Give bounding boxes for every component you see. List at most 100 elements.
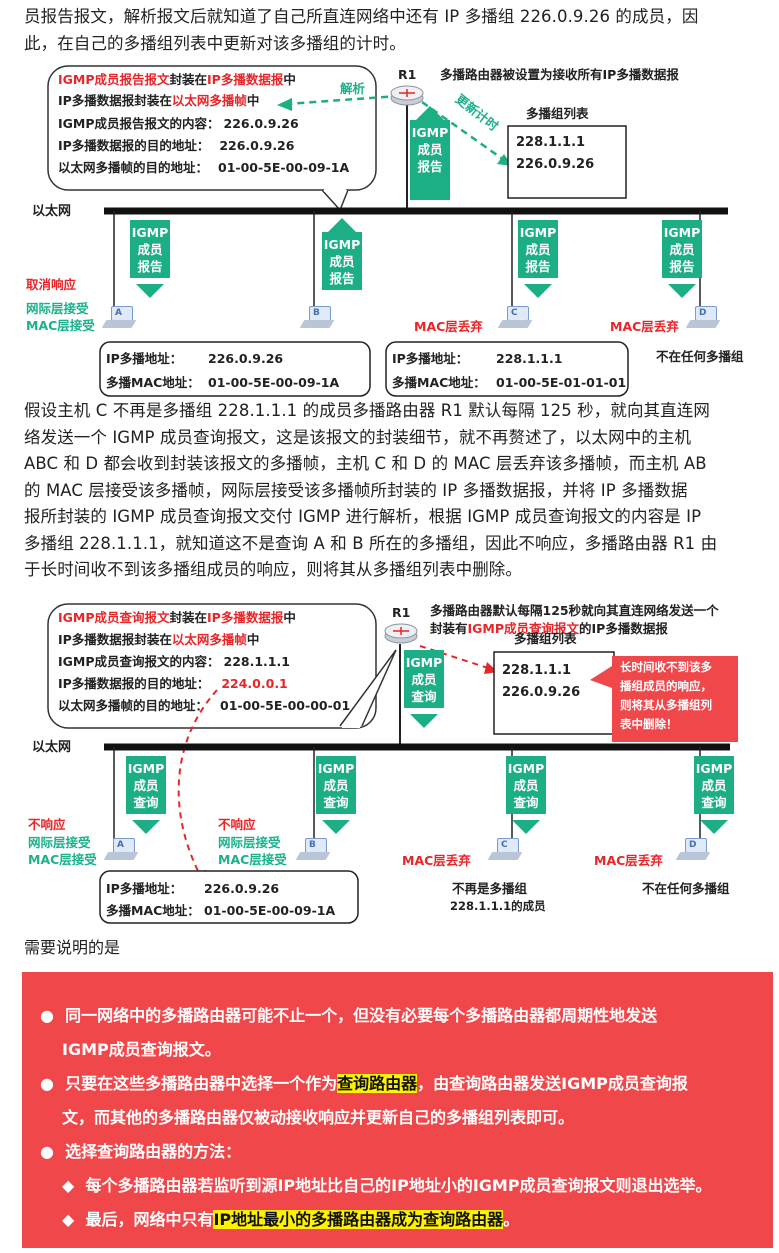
d-info: 不在任何多播组	[642, 881, 730, 896]
router-label: R1	[392, 605, 411, 620]
bubble-line-1: IGMP成员查询报文封装在IP多播数据报中	[58, 610, 296, 625]
igmp-query-box-a: IGMP 成员 查询	[126, 756, 166, 814]
igmp-query-box-d: IGMP 成员 查询	[694, 756, 734, 814]
figure-igmp-query: IGMP成员查询报文封装在IP多播数据报中 IP多播数据报封装在以太网多播帧中 …	[22, 600, 772, 925]
host-b-status-no-response: 不响应	[218, 817, 256, 832]
down-arrow-icon	[668, 284, 696, 298]
igmp-report-box-d: IGMP 成员 报告	[662, 220, 702, 278]
sub-bullet-2: ◆ 最后，网络中只有IP地址最小的多播路由器成为查询路由器。	[62, 1210, 520, 1229]
paragraph-line: 假设主机 C 不再是多播组 228.1.1.1 的成员多播路由器 R1 默认每隔…	[24, 401, 710, 420]
paragraph-line: 多播组 228.1.1.1，就知道这不是查询 A 和 B 所在的多播组，因此不响…	[24, 533, 718, 553]
host-a-status-ip: 网际层接受	[26, 301, 89, 316]
igmp-query-box-c: IGMP 成员 查询	[506, 756, 546, 814]
group-list-title: 多播组列表	[526, 106, 589, 121]
paragraph-line: 员报告报文，解析报文后就知道了自己所直连网络中还有 IP 多播组 226.0.9…	[24, 7, 699, 26]
c-mac-key: 多播MAC地址：	[392, 375, 486, 390]
group-list-title: 多播组列表	[514, 631, 577, 646]
ab-mac-value: 01-00-5E-00-09-1A	[204, 903, 336, 918]
host-a-status-no-response: 不响应	[28, 817, 66, 832]
host-b-status-ip: 网际层接受	[218, 835, 281, 850]
bubble-line-2: IP多播数据报封装在以太网多播帧中	[58, 93, 260, 108]
paragraph-line: ABC 和 D 都会收到封装该报文的多播帧，主机 C 和 D 的 MAC 层丢弃…	[24, 454, 707, 473]
deletion-callout: 长时间收不到该多 播组成员的响应， 则将其从多播组列 表中删除！	[620, 660, 712, 731]
bubble-line-3: IGMP成员查询报文的内容： 228.1.1.1	[58, 654, 290, 669]
bubble-line-2: IP多播数据报封装在以太网多播帧中	[58, 632, 260, 647]
bubble-line-5: 以太网多播帧的目的地址： 01-00-5E-00-09-1A	[58, 160, 350, 175]
group-list-item: 226.0.9.26	[516, 157, 595, 172]
router-icon[interactable]	[384, 622, 418, 644]
host-c-icon[interactable]: C	[487, 838, 523, 862]
bubble-line-1: IGMP成员报告报文封装在IP多播数据报中	[58, 72, 296, 87]
igmp-query-box-b: IGMP 成员 查询	[316, 756, 356, 814]
c-mac-value: 01-00-5E-01-01-01	[496, 375, 627, 390]
host-a-icon[interactable]: A	[103, 838, 139, 862]
host-b-icon[interactable]: B	[295, 838, 331, 862]
down-arrow-icon	[322, 820, 350, 834]
d-info: 不在任何多播组	[656, 349, 744, 364]
down-arrow-icon	[136, 284, 164, 298]
bullet-3: ● 选择查询路由器的方法：	[40, 1142, 242, 1161]
ab-mac-key: 多播MAC地址：	[106, 375, 200, 390]
down-arrow-icon	[410, 714, 438, 728]
bullet-1-line-2: IGMP成员查询报文。	[62, 1040, 221, 1059]
paragraph-line: 报所封装的 IGMP 成员查询报文交付 IGMP 进行解析，根据 IGMP 成员…	[24, 507, 702, 526]
bubble-line-4: IP多播数据报的目的地址： 226.0.9.26	[58, 138, 295, 153]
igmp-report-box-a: IGMP 成员 报告	[130, 220, 170, 278]
note-text: 需要说明的是	[24, 938, 121, 957]
host-b-icon[interactable]: B	[299, 306, 335, 330]
host-d-status: MAC层丢弃	[594, 853, 663, 868]
igmp-query-down-box: IGMP 成员 查询	[404, 650, 444, 708]
ab-ip-key: IP多播地址：	[106, 351, 183, 366]
sub-bullet-1: ◆ 每个多播路由器若监听到源IP地址比自己的IP地址小的IGMP成员查询报文则退…	[62, 1176, 712, 1195]
igmp-report-up-box: IGMP 成员 报告	[410, 120, 450, 200]
down-arrow-icon	[700, 820, 728, 834]
up-arrow-icon	[328, 218, 356, 232]
highlight-query-router: 查询路由器	[337, 1074, 418, 1093]
bullet-1-line-1: ● 同一网络中的多播路由器可能不止一个，但没有必要每个多播路由器都周期性地发送	[40, 1006, 658, 1025]
summary-banner: ● 同一网络中的多播路由器可能不止一个，但没有必要每个多播路由器都周期性地发送 …	[22, 972, 773, 1248]
host-b-status-mac: MAC层接受	[218, 852, 287, 867]
c-ip-key: IP多播地址：	[392, 351, 469, 366]
host-c-status: MAC层丢弃	[414, 319, 483, 334]
down-arrow-icon	[132, 820, 160, 834]
host-d-status: MAC层丢弃	[610, 319, 679, 334]
ab-ip-value: 226.0.9.26	[204, 881, 280, 896]
bubble-line-4: IP多播数据报的目的地址： 224.0.0.1	[58, 676, 288, 691]
host-a-status-ip: 网际层接受	[28, 835, 91, 850]
host-d-icon[interactable]: D	[685, 306, 721, 330]
router-icon[interactable]	[390, 84, 424, 106]
router-caption-line-1: 多播路由器默认每隔125秒就向其直连网络发送一个	[430, 603, 719, 618]
highlight-smallest-ip: IP地址最小的多播路由器成为查询路由器	[213, 1210, 504, 1229]
ab-ip-value: 226.0.9.26	[208, 351, 284, 366]
ab-ip-key: IP多播地址：	[106, 881, 183, 896]
down-arrow-icon	[512, 820, 540, 834]
paragraph-intro: 员报告报文，解析报文后就知道了自己所直连网络中还有 IP 多播组 226.0.9…	[24, 4, 772, 57]
c-info-line-1: 不再是多播组	[452, 881, 528, 896]
paragraph-query: 假设主机 C 不再是多播组 228.1.1.1 的成员多播路由器 R1 默认每隔…	[24, 398, 772, 584]
ethernet-label: 以太网	[32, 204, 72, 219]
router-caption: 多播路由器被设置为接收所有IP多播数据报	[440, 67, 679, 82]
bubble-line-5: 以太网多播帧的目的地址： 01-00-5E-00-00-01	[58, 698, 351, 713]
host-a-status-cancel: 取消响应	[26, 277, 77, 292]
paragraph-line: 此，在自己的多播组列表中更新对该多播组的计时。	[24, 33, 406, 53]
figure-igmp-report: IGMP成员报告报文封装在IP多播数据报中 IP多播数据报封装在以太网多播帧中 …	[22, 60, 772, 400]
bubble-line-3: IGMP成员报告报文的内容： 226.0.9.26	[58, 116, 299, 131]
group-list-item: 228.1.1.1	[516, 135, 586, 150]
ethernet-label: 以太网	[32, 740, 72, 755]
paragraph-line: 络发送一个 IGMP 成员查询报文，这是该报文的封装细节，就不再赘述了，以太网中…	[24, 427, 692, 447]
paragraph-line: 的 MAC 层接受该多播帧，网际层接受该多播帧所封装的 IP 多播数据报，并将 …	[24, 480, 688, 500]
c-info-line-2: 228.1.1.1的成员	[450, 899, 546, 913]
c-ip-value: 228.1.1.1	[496, 351, 563, 366]
host-a-status-mac: MAC层接受	[26, 318, 95, 333]
paragraph-line: 于长时间收不到该多播组成员的响应，则将其从多播组列表中删除。	[24, 560, 522, 579]
parse-label: 解析	[340, 81, 366, 96]
ab-mac-value: 01-00-5E-00-09-1A	[208, 375, 340, 390]
host-d-icon[interactable]: D	[675, 838, 711, 862]
ab-mac-key: 多播MAC地址：	[106, 903, 200, 918]
igmp-report-box-b: IGMP 成员 报告	[322, 232, 362, 290]
host-c-status: MAC层丢弃	[402, 853, 471, 868]
group-list-item: 228.1.1.1	[502, 663, 572, 678]
bullet-2-line-2: 文，而其他的多播路由器仅被动接收响应并更新自己的多播组列表即可。	[62, 1108, 575, 1127]
host-c-icon[interactable]: C	[497, 306, 533, 330]
host-a-icon[interactable]: A	[101, 306, 137, 330]
